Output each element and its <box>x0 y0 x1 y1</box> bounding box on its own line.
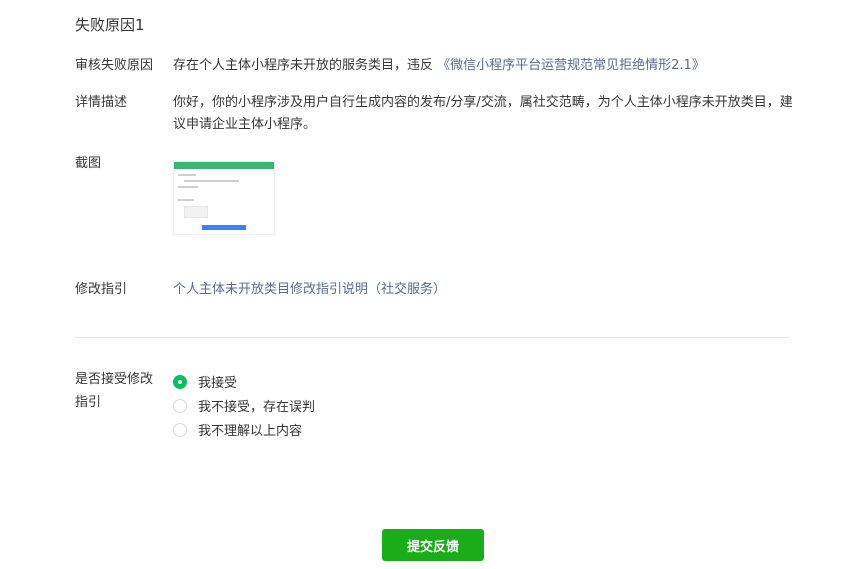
detail-text: 你好，你的小程序涉及用户自行生成内容的发布/分享/交流，属社交范畴，为个人主体小… <box>173 95 793 132</box>
screenshot-label: 截图 <box>75 156 102 171</box>
radio-checked-icon[interactable] <box>173 374 187 389</box>
option-accept[interactable]: 我接受 <box>173 372 237 391</box>
thumbnail-line <box>178 199 194 201</box>
submit-feedback-button[interactable]: 提交反馈 <box>382 529 484 561</box>
radio-unchecked-icon[interactable] <box>173 422 187 437</box>
thumbnail-header <box>174 162 274 169</box>
detail-label: 详情描述 <box>75 95 128 110</box>
option-not-understand[interactable]: 我不理解以上内容 <box>173 420 302 439</box>
divider <box>75 337 789 338</box>
option-label: 我不理解以上内容 <box>198 424 303 439</box>
thumbnail-line <box>178 174 196 176</box>
accept-question-label: 是否接受修改指引 <box>75 372 154 410</box>
policy-link[interactable]: 《微信小程序平台运营规范常见拒绝情形2.1》 <box>437 58 705 73</box>
guide-link[interactable]: 个人主体未开放类目修改指引说明（社交服务） <box>173 279 446 301</box>
option-label: 我接受 <box>198 376 238 391</box>
screenshot-thumbnail[interactable] <box>173 161 275 235</box>
section-title: 失败原因1 <box>75 16 145 34</box>
guide-label: 修改指引 <box>75 282 128 297</box>
thumbnail-line <box>178 186 198 188</box>
option-reject[interactable]: 我不接受，存在误判 <box>173 396 315 415</box>
thumbnail-line <box>184 180 239 182</box>
radio-unchecked-icon[interactable] <box>173 398 187 413</box>
reason-value: 存在个人主体小程序未开放的服务类目，违反 《微信小程序平台运营规范常见拒绝情形2… <box>173 55 705 77</box>
thumbnail-button <box>202 225 246 230</box>
thumbnail-box <box>184 206 208 218</box>
option-label: 我不接受，存在误判 <box>198 400 316 415</box>
reason-label: 审核失败原因 <box>75 58 154 73</box>
reason-text: 存在个人主体小程序未开放的服务类目，违反 <box>173 58 434 73</box>
